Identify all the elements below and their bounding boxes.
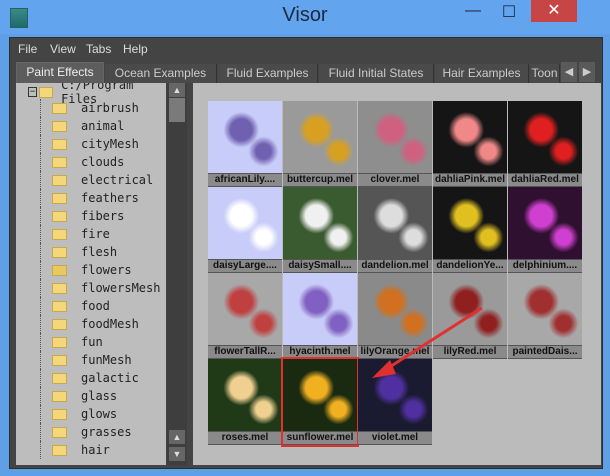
annotation-arrow xyxy=(372,306,483,378)
